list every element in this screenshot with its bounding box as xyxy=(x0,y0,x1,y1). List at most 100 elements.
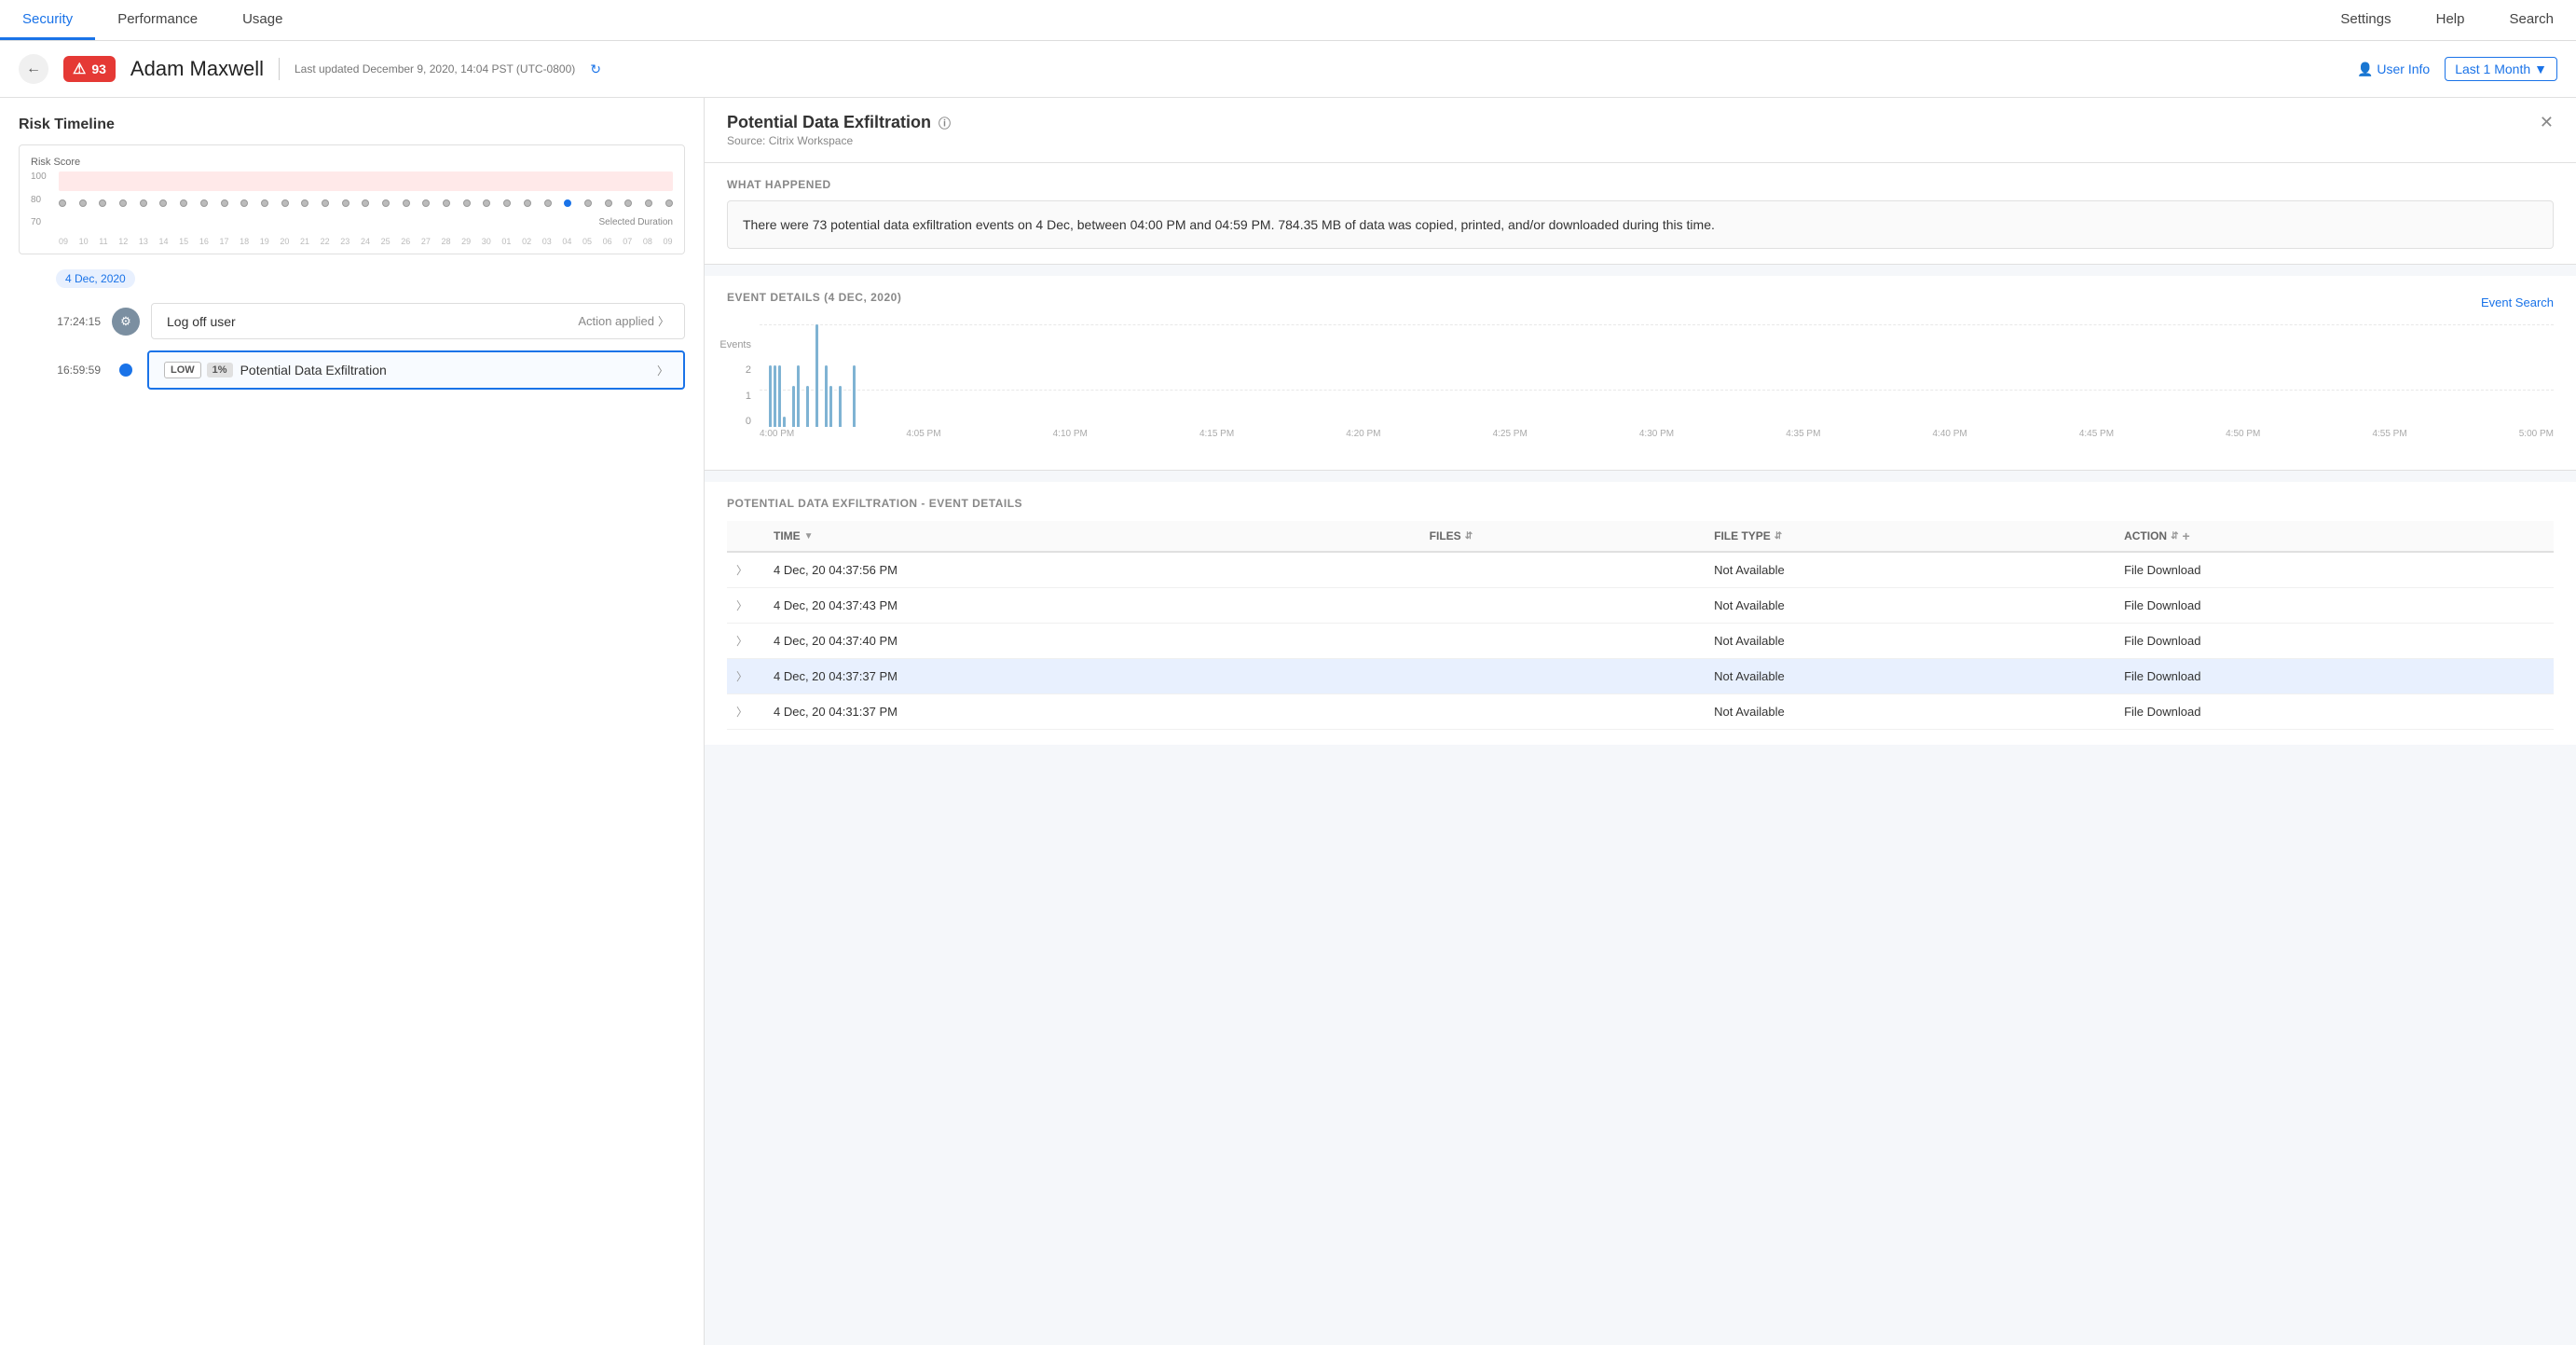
col-files[interactable]: FILES⇵ xyxy=(1420,521,1705,552)
alert-icon: ⚠ xyxy=(73,60,86,78)
col-time[interactable]: TIME▼ xyxy=(764,521,1420,552)
y-70: 70 xyxy=(31,217,47,227)
col-expand xyxy=(727,521,764,552)
dot[interactable] xyxy=(79,199,87,207)
nav-help[interactable]: Help xyxy=(2414,0,2487,40)
dot[interactable] xyxy=(99,199,106,207)
chart-area: 100 80 70 xyxy=(31,172,673,246)
bar xyxy=(792,386,795,427)
nav-settings[interactable]: Settings xyxy=(2318,0,2413,40)
y-80: 80 xyxy=(31,195,47,205)
cell-time: 4 Dec, 20 04:37:37 PM xyxy=(764,659,1420,694)
dot[interactable] xyxy=(322,199,329,207)
table-row[interactable]: 〉 4 Dec, 20 04:37:43 PM Not Available Fi… xyxy=(727,588,2554,624)
table-row[interactable]: 〉 4 Dec, 20 04:37:37 PM Not Available Fi… xyxy=(727,659,2554,694)
user-name: Adam Maxwell xyxy=(130,57,264,81)
nav-usage[interactable]: Usage xyxy=(220,0,305,40)
dot[interactable] xyxy=(59,199,66,207)
bar xyxy=(825,365,828,427)
event-card-logoff[interactable]: Log off user Action applied 〉 xyxy=(151,303,685,339)
cell-files xyxy=(1420,659,1705,694)
user-icon: 👤 xyxy=(2357,62,2373,77)
expand-btn[interactable]: 〉 xyxy=(736,564,747,577)
dot[interactable] xyxy=(463,199,471,207)
dot[interactable] xyxy=(544,199,552,207)
table-row[interactable]: 〉 4 Dec, 20 04:31:37 PM Not Available Fi… xyxy=(727,694,2554,730)
dot-active[interactable] xyxy=(564,199,571,207)
dot[interactable] xyxy=(483,199,490,207)
x-10: 10 xyxy=(79,237,89,246)
dot[interactable] xyxy=(503,199,511,207)
dot[interactable] xyxy=(159,199,167,207)
event-card-exfiltration[interactable]: LOW 1% Potential Data Exfiltration 〉 xyxy=(147,350,685,390)
bar xyxy=(853,365,856,427)
event-details-section: EVENT DETAILS (4 DEC, 2020) Event Search… xyxy=(705,276,2576,471)
x-28: 28 xyxy=(442,237,451,246)
dot[interactable] xyxy=(261,199,268,207)
dot[interactable] xyxy=(140,199,147,207)
dot[interactable] xyxy=(524,199,531,207)
cell-filetype: Not Available xyxy=(1705,552,2115,588)
expand-btn[interactable]: 〉 xyxy=(736,599,747,612)
expand-btn[interactable]: 〉 xyxy=(736,706,747,719)
dot[interactable] xyxy=(301,199,308,207)
event-time-1: 17:24:15 xyxy=(37,315,101,328)
table-row[interactable]: 〉 4 Dec, 20 04:37:56 PM Not Available Fi… xyxy=(727,552,2554,588)
refresh-icon[interactable]: ↻ xyxy=(590,62,601,77)
dot[interactable] xyxy=(221,199,228,207)
sort-icon-action: ⇵ xyxy=(2171,531,2178,542)
nav-search[interactable]: Search xyxy=(2487,0,2576,40)
x-11: 11 xyxy=(99,237,107,246)
count-badge: 1% xyxy=(207,363,233,377)
dot[interactable] xyxy=(362,199,369,207)
x-30: 30 xyxy=(482,237,491,246)
dot[interactable] xyxy=(665,199,673,207)
bar xyxy=(783,417,786,427)
chevron-right-icon-2: 〉 xyxy=(657,363,668,378)
x-label: 4:45 PM xyxy=(2079,429,2114,439)
cell-filetype: Not Available xyxy=(1705,659,2115,694)
add-column-button[interactable]: + xyxy=(2182,528,2189,543)
chart-plot: Selected Duration xyxy=(59,172,673,227)
cell-time: 4 Dec, 20 04:31:37 PM xyxy=(764,694,1420,730)
dot[interactable] xyxy=(382,199,390,207)
dot[interactable] xyxy=(200,199,208,207)
dot[interactable] xyxy=(342,199,349,207)
nav-security[interactable]: Security xyxy=(0,0,95,40)
expand-btn[interactable]: 〉 xyxy=(736,670,747,683)
dot[interactable] xyxy=(624,199,632,207)
dot[interactable] xyxy=(422,199,430,207)
dot[interactable] xyxy=(584,199,592,207)
last-updated: Last updated December 9, 2020, 14:04 PST… xyxy=(295,62,575,75)
close-button[interactable]: ✕ xyxy=(2540,113,2554,132)
x-20: 20 xyxy=(280,237,289,246)
nav-performance[interactable]: Performance xyxy=(95,0,220,40)
col-action[interactable]: ACTION⇵+ xyxy=(2115,521,2554,552)
dot[interactable] xyxy=(180,199,187,207)
back-button[interactable]: ← xyxy=(19,54,48,84)
x-02: 02 xyxy=(522,237,531,246)
col-filetype[interactable]: FILE TYPE⇵ xyxy=(1705,521,2115,552)
time-filter-dropdown[interactable]: Last 1 Month ▼ xyxy=(2445,57,2557,81)
expand-btn[interactable]: 〉 xyxy=(736,635,747,648)
dot[interactable] xyxy=(240,199,248,207)
dot[interactable] xyxy=(443,199,450,207)
bar xyxy=(769,365,772,427)
sub-header: ← ⚠ 93 Adam Maxwell Last updated Decembe… xyxy=(0,41,2576,98)
chevron-down-icon: ▼ xyxy=(2534,62,2547,76)
x-12: 12 xyxy=(118,237,128,246)
info-icon[interactable]: ⓘ xyxy=(939,114,951,131)
table-row[interactable]: 〉 4 Dec, 20 04:37:40 PM Not Available Fi… xyxy=(727,624,2554,659)
dot[interactable] xyxy=(645,199,652,207)
dot[interactable] xyxy=(119,199,127,207)
dot[interactable] xyxy=(403,199,410,207)
cell-action: File Download xyxy=(2115,552,2554,588)
divider xyxy=(279,58,280,80)
dot[interactable] xyxy=(281,199,289,207)
sort-icon-time: ▼ xyxy=(804,531,814,542)
severity-badge: LOW xyxy=(164,362,201,378)
user-info-button[interactable]: 👤 User Info xyxy=(2357,62,2430,77)
cell-action: File Download xyxy=(2115,588,2554,624)
event-search-link[interactable]: Event Search xyxy=(2481,295,2554,309)
dot[interactable] xyxy=(605,199,612,207)
